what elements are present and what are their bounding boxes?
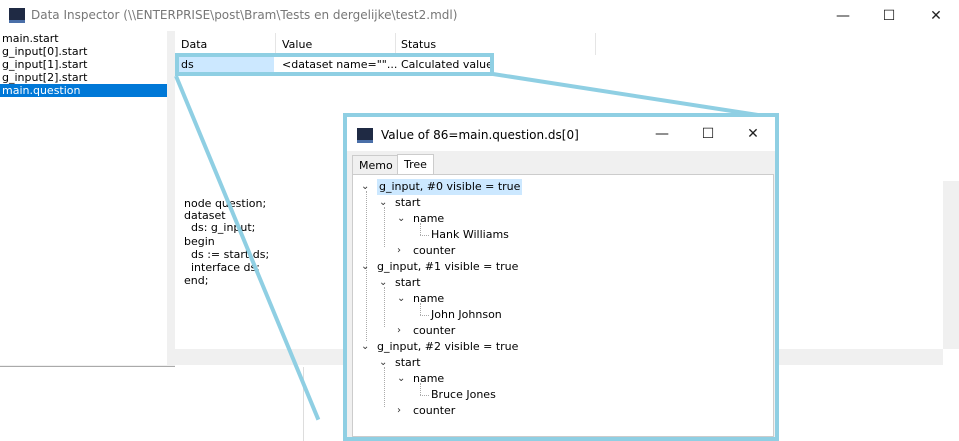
column-divider[interactable]: [395, 33, 396, 55]
tree-node-label[interactable]: counter: [413, 243, 455, 259]
list-item[interactable]: main.start: [0, 32, 167, 45]
tree-connector: [384, 367, 385, 407]
tree-connector: [420, 315, 429, 316]
tree-node-label[interactable]: g_input, #0 visible = true: [377, 179, 523, 195]
tree-leaf-value[interactable]: Hank Williams: [431, 227, 509, 243]
column-header-value[interactable]: Value: [282, 35, 312, 55]
minimize-button[interactable]: —: [820, 0, 866, 31]
list-item-selected[interactable]: main.question: [0, 84, 167, 97]
tab-tree[interactable]: Tree: [397, 154, 434, 175]
tree-connector: [384, 207, 385, 247]
list-item[interactable]: g_input[0].start: [0, 45, 167, 58]
tree-node-label[interactable]: name: [413, 211, 444, 227]
column-divider[interactable]: [595, 33, 596, 55]
tree-node-label[interactable]: g_input, #1 visible = true: [377, 259, 518, 275]
tree-node-label[interactable]: name: [413, 371, 444, 387]
app-icon: [9, 8, 25, 23]
window-title: Data Inspector (\\ENTERPRISE\post\Bram\T…: [31, 8, 458, 22]
list-item[interactable]: g_input[1].start: [0, 58, 167, 71]
tree-view[interactable]: ⌄ g_input, #0 visible = true ⌄ start ⌄ n…: [352, 174, 774, 437]
callout-highlight-box: [175, 53, 494, 76]
tree-node-label[interactable]: counter: [413, 323, 455, 339]
tree-connector: [384, 287, 385, 327]
tree-connector: [420, 395, 429, 396]
tree-leaf-value[interactable]: Bruce Jones: [431, 387, 496, 403]
app-icon: [357, 128, 373, 143]
close-button[interactable]: ✕: [730, 117, 776, 151]
variable-list[interactable]: main.start g_input[0].start g_input[1].s…: [0, 31, 168, 365]
tree-connector: [420, 223, 421, 235]
tree-node-label[interactable]: start: [395, 275, 421, 291]
tree-node-label[interactable]: g_input, #2 visible = true: [377, 339, 518, 355]
chevron-down-icon[interactable]: ⌄: [397, 371, 405, 387]
tab-memo[interactable]: Memo: [352, 155, 400, 175]
chevron-right-icon[interactable]: ›: [397, 243, 401, 259]
chevron-right-icon[interactable]: ›: [397, 323, 401, 339]
maximize-button[interactable]: ☐: [866, 0, 912, 31]
column-divider[interactable]: [275, 33, 276, 55]
value-popup-window: Value of 86=main.question.ds[0] — ☐ ✕ Me…: [343, 113, 779, 441]
tree-node-label[interactable]: start: [395, 355, 421, 371]
memo-line: interface ds;: [184, 261, 260, 274]
tree-node-label[interactable]: name: [413, 291, 444, 307]
tree-leaf-value[interactable]: John Johnson: [431, 307, 502, 323]
memo-line: ds := start.ds;: [184, 248, 270, 261]
close-button[interactable]: ✕: [913, 0, 959, 31]
splitter[interactable]: [167, 31, 175, 365]
memo-line: end;: [184, 274, 209, 287]
chevron-down-icon[interactable]: ⌄: [397, 211, 405, 227]
memo-line: ds: g_input;: [184, 221, 256, 234]
vertical-scrollbar[interactable]: [943, 181, 959, 349]
maximize-button[interactable]: ☐: [685, 117, 731, 151]
memo-line: begin: [184, 235, 215, 248]
chevron-right-icon[interactable]: ›: [397, 403, 401, 419]
chevron-down-icon[interactable]: ⌄: [397, 291, 405, 307]
tree-node-label[interactable]: start: [395, 195, 421, 211]
tree-connector: [420, 303, 421, 315]
title-bar[interactable]: Data Inspector (\\ENTERPRISE\post\Bram\T…: [0, 0, 959, 31]
tree-node-label[interactable]: counter: [413, 403, 455, 419]
column-header-status[interactable]: Status: [401, 35, 436, 55]
tree-connector: [420, 383, 421, 395]
popup-title: Value of 86=main.question.ds[0]: [381, 128, 579, 142]
chevron-down-icon[interactable]: ⌄: [361, 339, 369, 355]
tree-connector: [420, 235, 429, 236]
column-header-data[interactable]: Data: [181, 35, 207, 55]
list-item[interactable]: g_input[2].start: [0, 71, 167, 84]
tree-connector: [366, 191, 367, 341]
minimize-button[interactable]: —: [639, 117, 685, 151]
